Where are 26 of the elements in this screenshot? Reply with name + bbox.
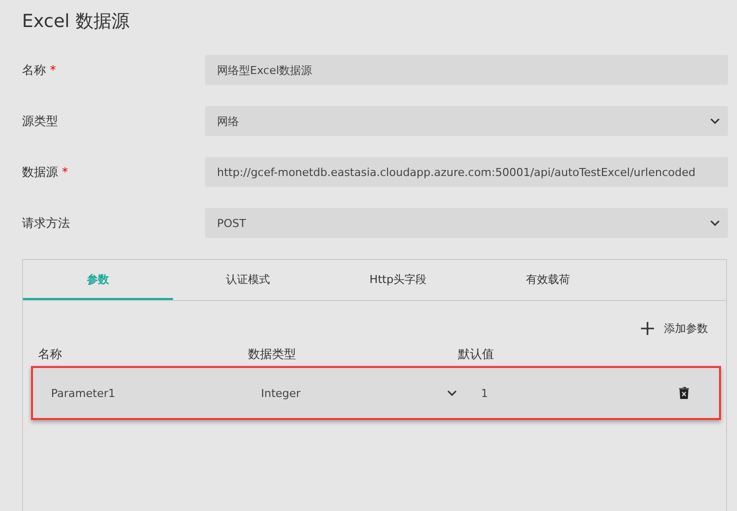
tab[interactable]: 有效载荷 [473, 260, 623, 300]
chevron-down-icon [447, 390, 457, 396]
input-field[interactable]: 网络型Excel数据源 [205, 55, 728, 85]
input-field[interactable]: http://gcef-monetdb.eastasia.cloudapp.azure.com:50001/api/autoTestExcel/urlencoded [205, 157, 728, 187]
type-select[interactable]: Integer [253, 370, 463, 416]
select-field[interactable]: 网络 [205, 106, 728, 136]
column-header: 默认值 [458, 346, 495, 363]
trash-icon [679, 387, 689, 399]
chevron-down-icon [710, 220, 720, 226]
select-field[interactable]: POST [205, 208, 728, 238]
add-parameter-button[interactable]: 添加参数 [641, 321, 708, 336]
tab[interactable]: 认证模式 [173, 260, 323, 300]
field-label: 数据源 * [22, 164, 69, 180]
field-label: 源类型 [22, 112, 59, 130]
field-label: 请求方法 [22, 214, 71, 232]
default-value-cell-text: 1 [480, 386, 489, 400]
required-mark: * [50, 62, 56, 76]
field-label: 名称 * [22, 62, 57, 78]
column-header: 数据类型 [248, 346, 297, 363]
chevron-down-icon [710, 118, 720, 124]
required-mark: * [62, 164, 68, 178]
page-title: Excel 数据源 [22, 10, 130, 34]
tab[interactable]: Http头字段 [323, 260, 473, 300]
plus-icon [641, 322, 654, 335]
name-cell-text: Parameter1 [50, 386, 116, 400]
column-header: 名称 [38, 346, 63, 363]
